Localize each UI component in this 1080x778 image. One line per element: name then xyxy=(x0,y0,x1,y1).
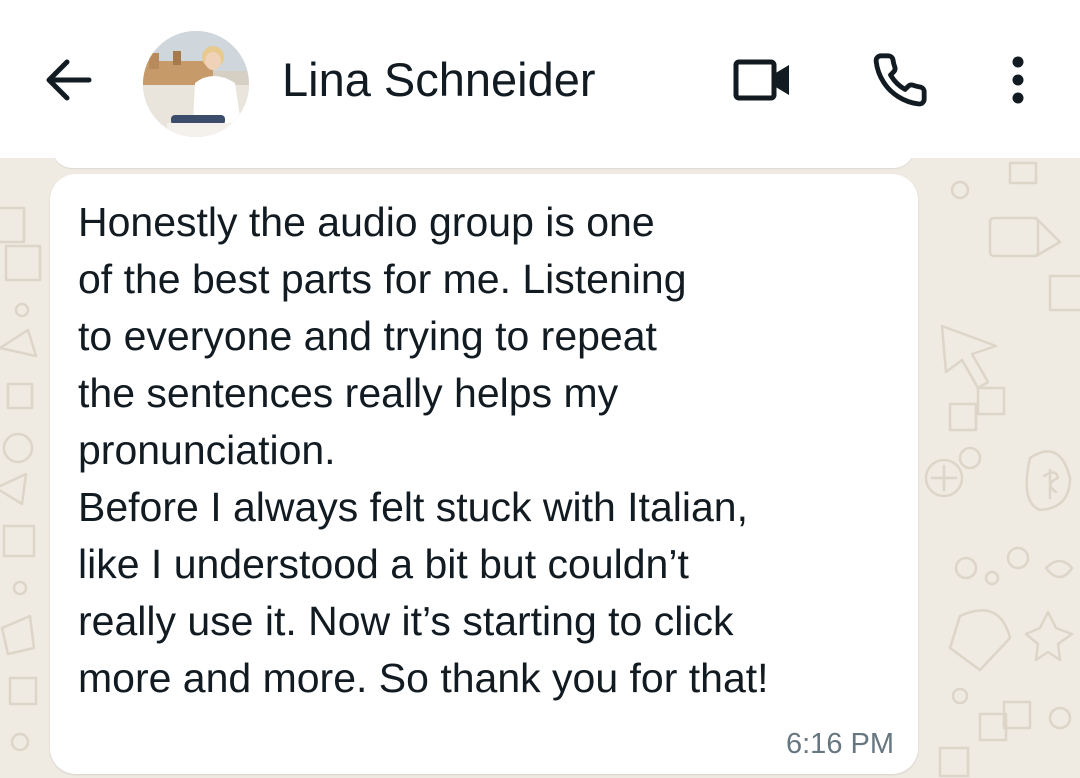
message-bubble[interactable]: Honestly the audio group is one of the b… xyxy=(50,174,918,774)
chat-screen: Lina Schneider Honestly the audio group … xyxy=(0,0,1080,778)
arrow-left-icon xyxy=(46,59,92,101)
message-text: Honestly the audio group is one of the b… xyxy=(78,199,769,701)
avatar[interactable] xyxy=(143,31,249,137)
contact-photo xyxy=(143,31,249,137)
back-button[interactable] xyxy=(36,52,100,108)
video-call-button[interactable] xyxy=(726,50,800,110)
message-timestamp: 6:16 PM xyxy=(786,728,894,760)
chat-header: Lina Schneider xyxy=(0,0,1080,158)
more-options-button[interactable] xyxy=(990,50,1046,110)
voice-call-button[interactable] xyxy=(866,50,934,110)
video-camera-icon xyxy=(733,59,789,101)
phone-icon xyxy=(873,53,927,107)
contact-name[interactable]: Lina Schneider xyxy=(282,52,596,108)
more-vertical-icon xyxy=(1012,56,1024,104)
